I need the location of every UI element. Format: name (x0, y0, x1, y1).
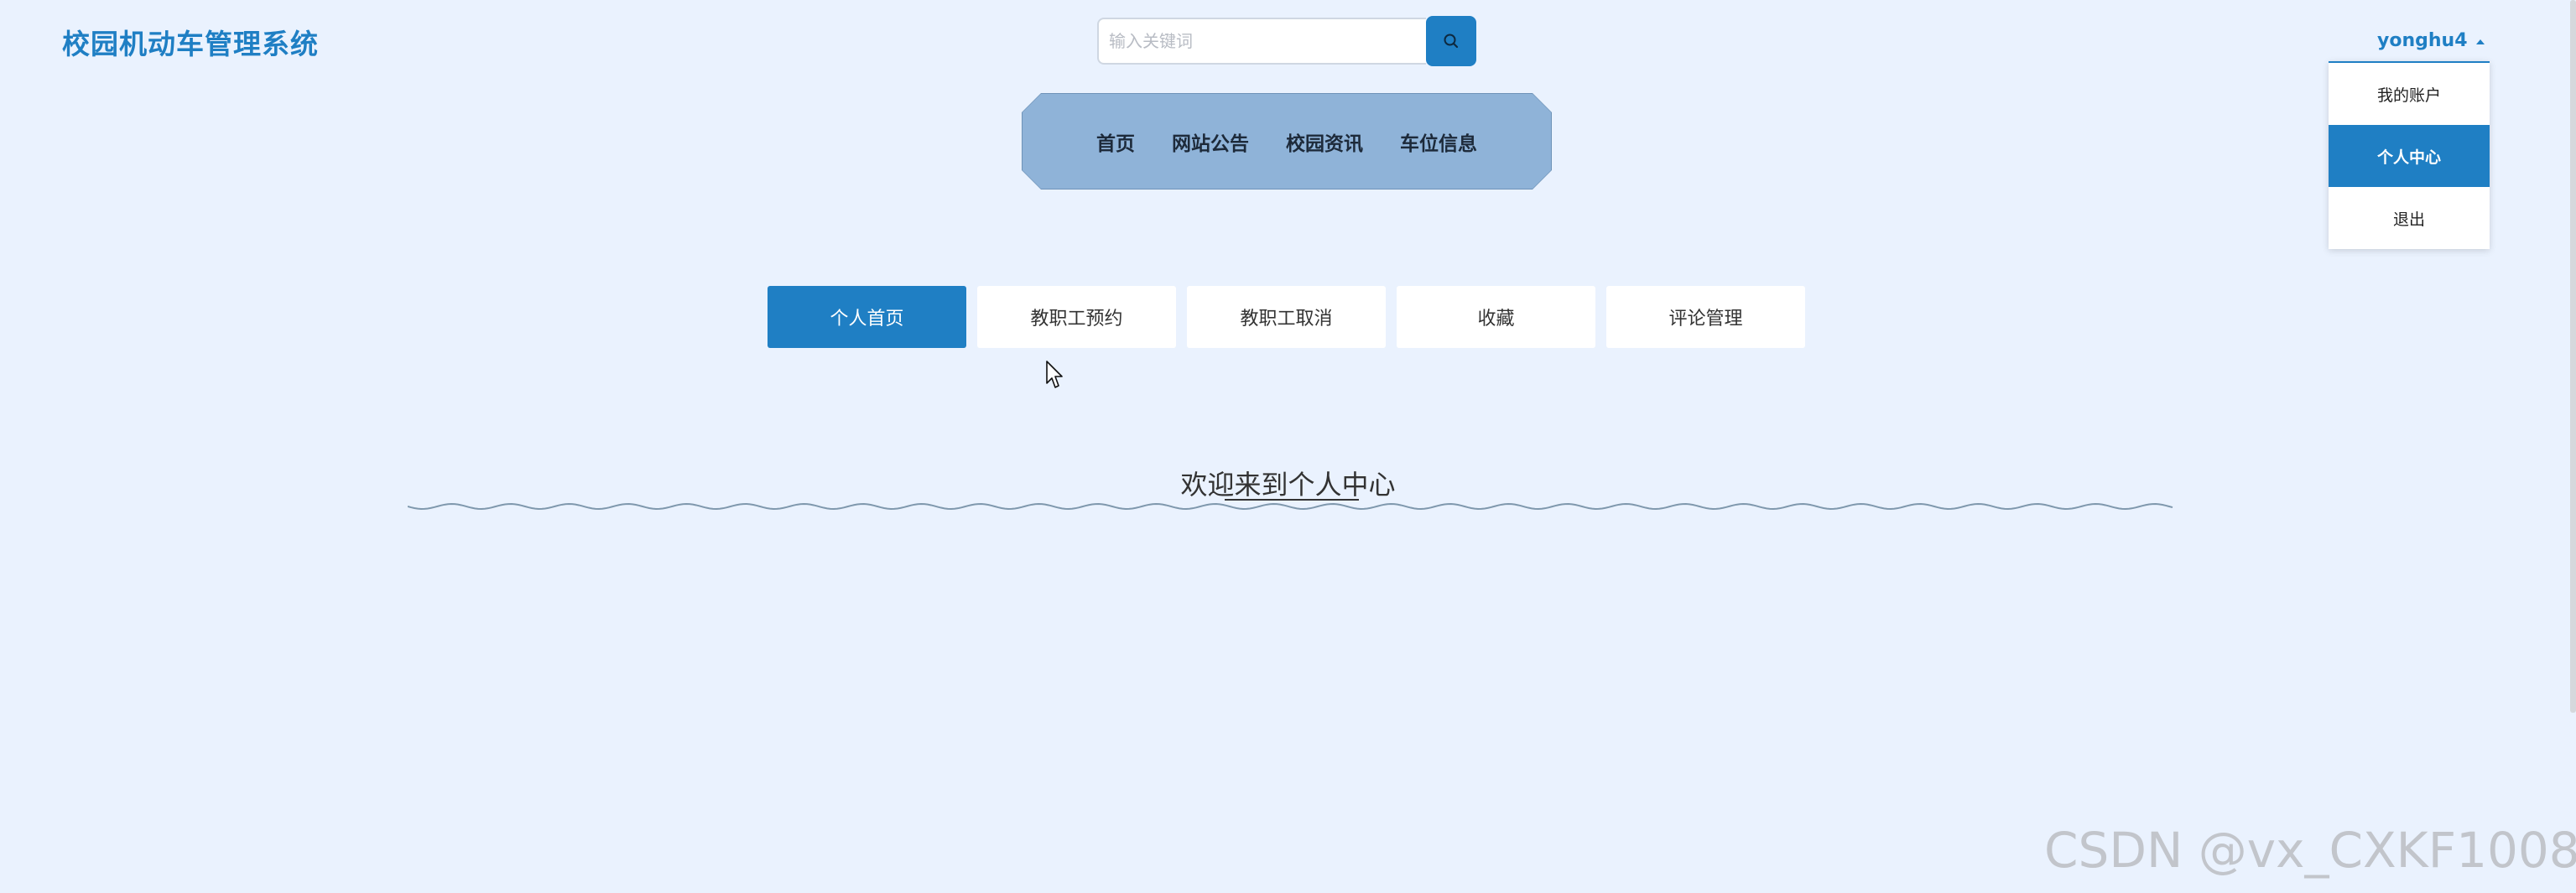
user-menu-toggle[interactable]: yonghu4 (2377, 30, 2485, 51)
search-icon (1444, 34, 1459, 49)
personal-tabs: 个人首页 教职工预约 教职工取消 收藏 评论管理 (768, 286, 1805, 348)
dropdown-item-my-account[interactable]: 我的账户 (2329, 63, 2490, 125)
search-input[interactable] (1097, 18, 1426, 65)
dropdown-item-logout[interactable]: 退出 (2329, 187, 2490, 249)
user-dropdown: 我的账户 个人中心 退出 (2329, 61, 2490, 249)
mouse-pointer-icon (1046, 361, 1063, 388)
watermark: CSDN @vx_CXKF10088 (2044, 822, 2576, 879)
main-nav: 首页 网站公告 校园资讯 车位信息 (1023, 94, 1551, 189)
caret-up-icon (2475, 39, 2485, 44)
username: yonghu4 (2377, 30, 2468, 51)
search-bar (1097, 16, 1476, 68)
nav-item-announcements[interactable]: 网站公告 (1153, 127, 1267, 156)
tab-staff-cancel[interactable]: 教职工取消 (1187, 286, 1386, 348)
scrollbar[interactable] (2570, 0, 2576, 713)
site-logo[interactable]: 校园机动车管理系统 (62, 22, 319, 62)
nav-item-home[interactable]: 首页 (1078, 127, 1153, 156)
dropdown-item-personal-center[interactable]: 个人中心 (2329, 125, 2490, 187)
welcome-heading: 欢迎来到个人中心 (1180, 469, 1396, 501)
tab-favorites[interactable]: 收藏 (1397, 286, 1595, 348)
tab-staff-reservation[interactable]: 教职工预约 (977, 286, 1176, 348)
wave-divider (408, 502, 2173, 511)
nav-item-campus-news[interactable]: 校园资讯 (1267, 127, 1382, 156)
page: 校园机动车管理系统 首页 网站公告 校园资讯 车位信息 yonghu4 我的账户… (0, 0, 2576, 893)
search-button[interactable] (1426, 16, 1476, 66)
tab-personal-home[interactable]: 个人首页 (768, 286, 966, 348)
nav-item-parking-info[interactable]: 车位信息 (1382, 127, 1496, 156)
tab-comment-management[interactable]: 评论管理 (1606, 286, 1805, 348)
